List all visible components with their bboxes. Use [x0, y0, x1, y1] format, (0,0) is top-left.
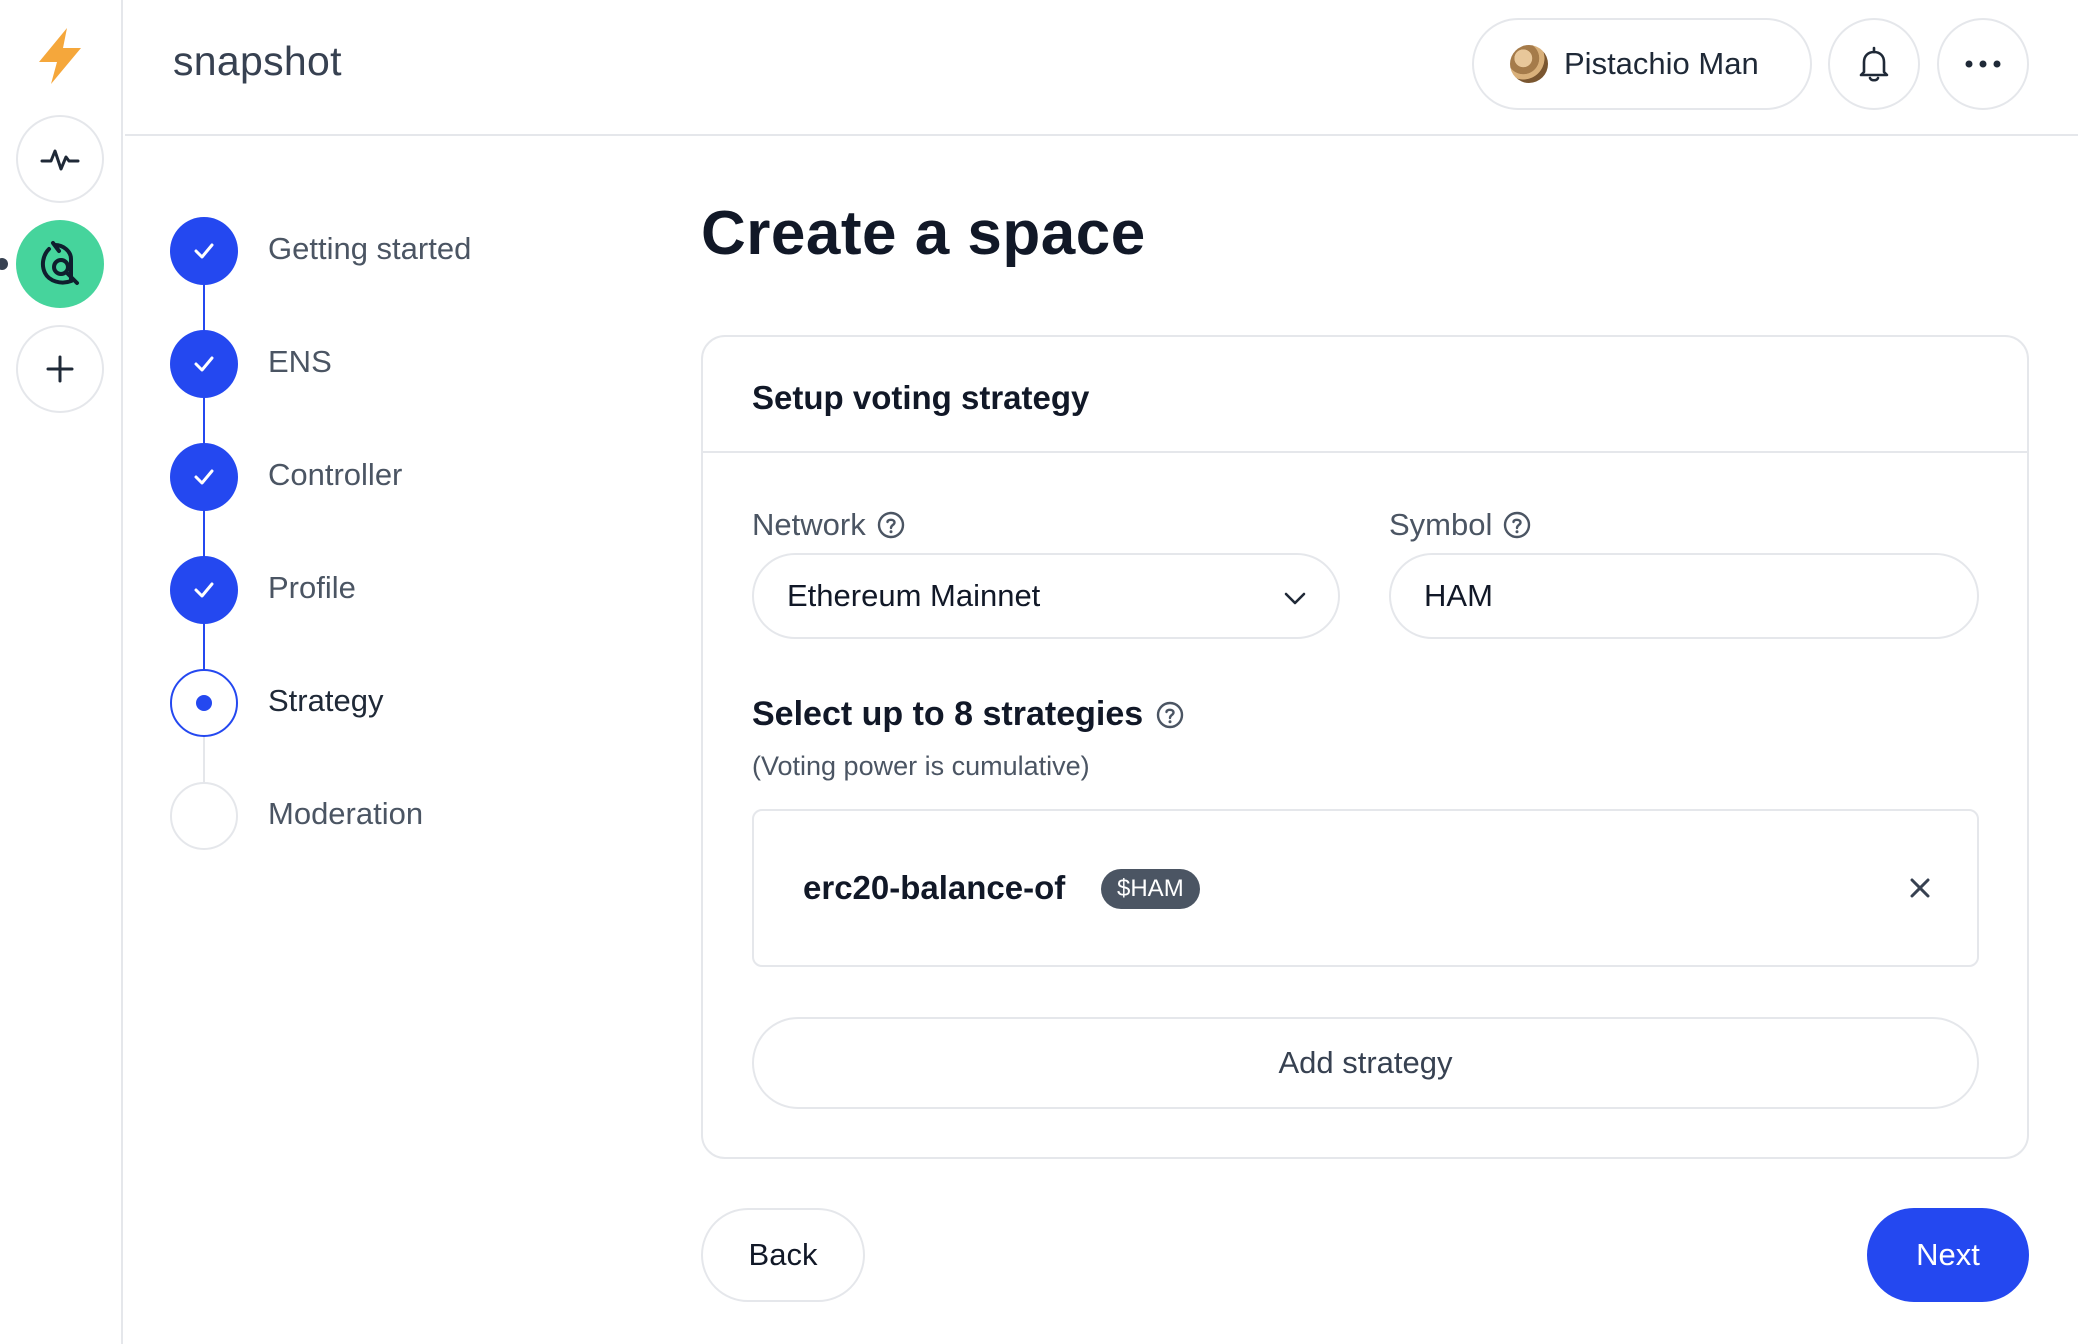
space-logo-icon — [40, 241, 79, 285]
step-moderation[interactable]: Moderation — [170, 782, 670, 850]
plus-icon — [46, 355, 74, 383]
symbol-value: HAM — [1424, 578, 1493, 613]
step-connector — [203, 283, 205, 331]
page-title: Create a space — [701, 199, 1146, 268]
step-getting-started[interactable]: Getting started — [170, 217, 670, 285]
more-options-button[interactable] — [1937, 18, 2029, 110]
help-icon[interactable] — [1502, 510, 1532, 540]
active-space-indicator — [0, 258, 8, 270]
more-icon — [1965, 60, 2001, 68]
back-button[interactable]: Back — [701, 1208, 865, 1302]
avatar — [1510, 45, 1548, 83]
step-status — [170, 782, 238, 850]
step-status — [170, 330, 238, 398]
space-avatar-button[interactable] — [16, 220, 104, 308]
step-status — [170, 217, 238, 285]
activity-button[interactable] — [16, 115, 104, 203]
symbol-label: Symbol — [1389, 507, 1532, 543]
left-rail — [0, 0, 123, 1344]
step-status — [170, 443, 238, 511]
voting-strategy-card: Setup voting strategy Network Ethereum M… — [701, 335, 2029, 1159]
brand-name[interactable]: snapshot — [173, 38, 342, 85]
step-controller[interactable]: Controller — [170, 443, 670, 511]
strategies-heading: Select up to 8 strategies — [752, 695, 1185, 734]
strategies-title: Select up to 8 strategies — [752, 695, 1144, 733]
symbol-label-text: Symbol — [1389, 507, 1493, 542]
step-label: ENS — [268, 344, 332, 379]
next-button[interactable]: Next — [1867, 1208, 2029, 1302]
add-strategy-button[interactable]: Add strategy — [752, 1017, 1979, 1109]
step-connector — [203, 622, 205, 670]
step-label: Controller — [268, 457, 403, 492]
network-label: Network — [752, 507, 906, 543]
chevron-down-icon — [1284, 592, 1306, 605]
help-icon[interactable] — [876, 510, 906, 540]
strategy-symbol-badge: $HAM — [1101, 869, 1200, 909]
network-select[interactable]: Ethereum Mainnet — [752, 553, 1340, 639]
step-connector — [203, 509, 205, 557]
step-label: Strategy — [268, 683, 384, 718]
symbol-input[interactable]: HAM — [1389, 553, 1979, 639]
step-label: Getting started — [268, 231, 472, 266]
check-icon — [194, 582, 214, 598]
user-name: Pistachio Man — [1564, 46, 1759, 81]
step-status — [170, 669, 238, 737]
step-profile[interactable]: Profile — [170, 556, 670, 624]
step-label: Profile — [268, 570, 356, 605]
strategy-name: erc20-balance-of — [803, 869, 1066, 906]
app-root: snapshot Pistachio Man Getting started E… — [0, 0, 2078, 1344]
card-title: Setup voting strategy — [703, 337, 2027, 453]
step-connector — [203, 735, 205, 783]
activity-icon — [40, 149, 80, 171]
step-connector — [203, 396, 205, 444]
top-header: snapshot Pistachio Man — [125, 0, 2078, 136]
close-icon[interactable] — [1905, 873, 1935, 903]
step-status — [170, 556, 238, 624]
check-icon — [194, 356, 214, 372]
strategy-item[interactable]: erc20-balance-of $HAM — [752, 809, 1979, 967]
bell-icon — [1859, 46, 1889, 82]
step-ens[interactable]: ENS — [170, 330, 670, 398]
strategies-subtitle: (Voting power is cumulative) — [752, 751, 1090, 781]
account-button[interactable]: Pistachio Man — [1472, 18, 1812, 110]
network-value: Ethereum Mainnet — [787, 578, 1041, 613]
check-icon — [194, 469, 214, 485]
step-strategy[interactable]: Strategy — [170, 669, 670, 737]
notifications-button[interactable] — [1828, 18, 1920, 110]
network-label-text: Network — [752, 507, 866, 542]
step-label: Moderation — [268, 796, 424, 831]
check-icon — [194, 243, 214, 259]
bolt-icon[interactable] — [33, 26, 87, 86]
help-icon[interactable] — [1155, 700, 1185, 730]
add-space-button[interactable] — [16, 325, 104, 413]
